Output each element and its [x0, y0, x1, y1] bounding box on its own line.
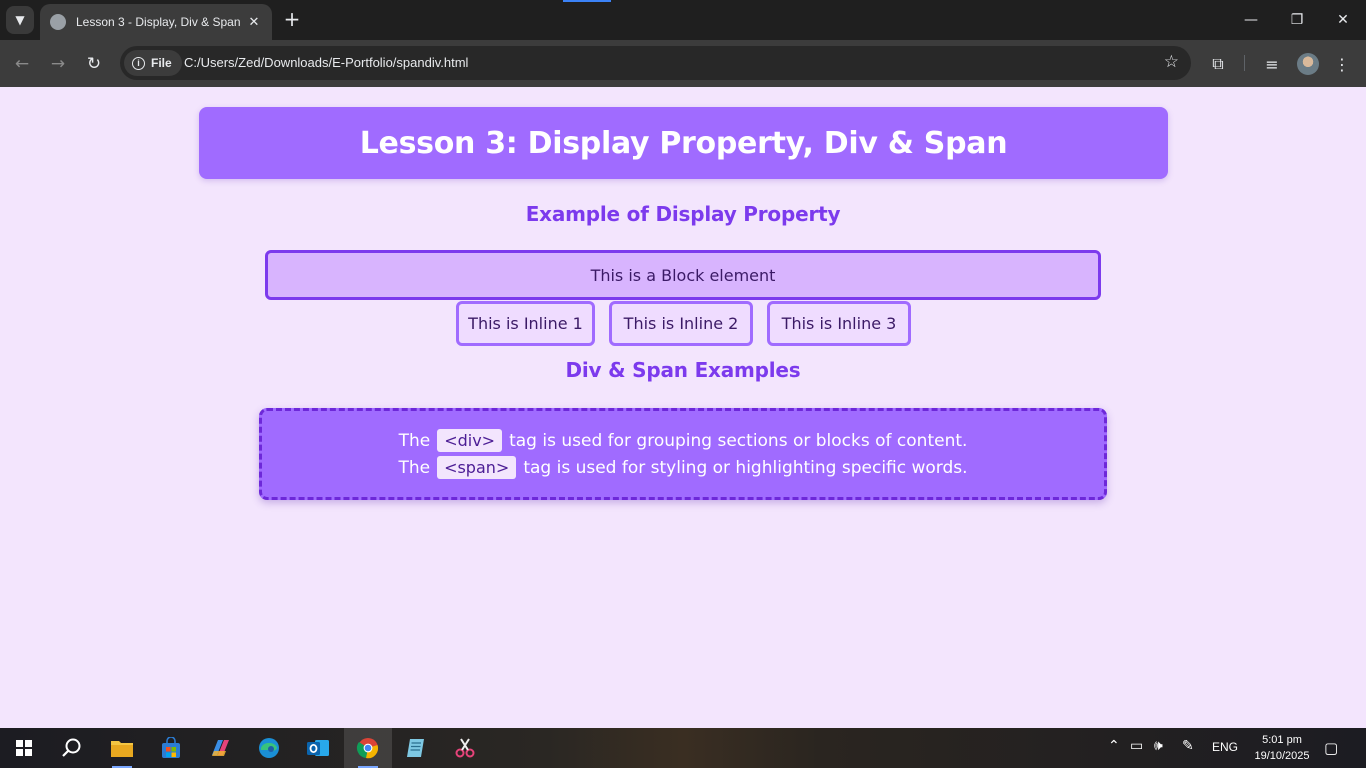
span-description-line: The <span> tag is used for styling or hi…: [398, 454, 968, 481]
extensions-puzzle-icon[interactable]: ⧉: [1206, 52, 1230, 76]
div-code-chip: <div>: [437, 429, 503, 452]
search-icon: [62, 738, 81, 757]
div-description-line: The <div> tag is used for grouping secti…: [398, 427, 968, 454]
toolbar-divider: [1244, 55, 1245, 71]
profile-avatar[interactable]: [1297, 53, 1319, 75]
span-line-prefix: The: [398, 457, 431, 478]
language-indicator[interactable]: ENG: [1212, 740, 1238, 754]
copilot-button[interactable]: [196, 728, 244, 768]
site-info-chip[interactable]: i File: [124, 50, 182, 76]
folder-icon: [111, 741, 133, 757]
outlook-icon: [307, 740, 329, 756]
div-line-prefix: The: [398, 430, 431, 451]
url-text[interactable]: C:/Users/Zed/Downloads/E-Portfolio/spand…: [184, 55, 468, 70]
browser-titlebar: ▼ Lesson 3 - Display, Div & Span ✕ + — ❐…: [0, 0, 1366, 40]
span-code-chip: <span>: [437, 456, 517, 479]
reload-icon[interactable]: ↻: [80, 50, 108, 78]
media-control-icon[interactable]: ≡: [1260, 52, 1284, 76]
speaker-icon[interactable]: 🕪: [1154, 738, 1163, 754]
notepad-button[interactable]: [392, 728, 440, 768]
edge-icon: [259, 738, 279, 758]
site-chip-label: File: [151, 56, 172, 70]
clock-time: 5:01 pm: [1262, 734, 1302, 746]
back-arrow-icon[interactable]: ←: [8, 50, 36, 78]
notification-icon[interactable]: ▢: [1324, 739, 1338, 757]
bookmark-star-icon[interactable]: ☆: [1164, 52, 1179, 72]
browser-tab[interactable]: Lesson 3 - Display, Div & Span ✕: [40, 4, 272, 40]
window-close-button[interactable]: ✕: [1320, 0, 1366, 40]
store-bag-icon: [162, 737, 180, 758]
copilot-icon: [212, 740, 229, 756]
inline-element-1: This is Inline 1: [456, 301, 595, 346]
snipping-tool-button[interactable]: [441, 728, 489, 768]
clock-date: 19/10/2025: [1254, 750, 1310, 762]
microsoft-store-button[interactable]: [147, 728, 195, 768]
chrome-button[interactable]: [344, 728, 392, 768]
block-element: This is a Block element: [265, 250, 1101, 300]
browser-toolbar: ← → ↻ i File C:/Users/Zed/Downloads/E-Po…: [0, 40, 1366, 87]
globe-icon: [50, 14, 66, 30]
restore-button[interactable]: ❐: [1274, 0, 1320, 40]
header-banner: Lesson 3: Display Property, Div & Span: [199, 107, 1168, 179]
edge-browser-button[interactable]: [245, 728, 293, 768]
kebab-menu-icon[interactable]: ⋮: [1330, 52, 1354, 76]
battery-icon[interactable]: ▭: [1130, 738, 1143, 754]
web-page: Lesson 3: Display Property, Div & Span E…: [0, 87, 1366, 728]
div-span-heading: Div & Span Examples: [565, 358, 801, 382]
minimize-button[interactable]: —: [1228, 0, 1274, 40]
div-line-suffix: tag is used for grouping sections or blo…: [509, 430, 968, 451]
scissors-icon: [455, 738, 475, 758]
titlebar-accent: [563, 0, 611, 2]
tab-title: Lesson 3 - Display, Div & Span: [76, 15, 241, 29]
windows-taskbar: ⌃ ▭ 🕪 ✎ ENG 5:01 pm 19/10/2025 ▢: [0, 728, 1366, 768]
address-bar[interactable]: i File C:/Users/Zed/Downloads/E-Portfoli…: [120, 46, 1191, 80]
inline-element-2: This is Inline 2: [609, 301, 753, 346]
chevron-down-icon: ▼: [15, 13, 25, 27]
windows-logo-icon: [16, 740, 32, 756]
tab-search-button[interactable]: ▼: [6, 6, 34, 34]
close-icon[interactable]: ✕: [246, 15, 262, 30]
search-button[interactable]: [48, 728, 96, 768]
info-icon: i: [132, 56, 145, 70]
inline-element-3: This is Inline 3: [767, 301, 911, 346]
page-title: Lesson 3: Display Property, Div & Span: [359, 125, 1008, 161]
notepad-icon: [407, 739, 424, 757]
pen-icon[interactable]: ✎: [1182, 738, 1194, 754]
outlook-button[interactable]: [294, 728, 342, 768]
chrome-icon: [356, 738, 379, 759]
file-explorer-button[interactable]: [98, 728, 146, 768]
div-span-example-box: The <div> tag is used for grouping secti…: [259, 408, 1107, 500]
start-button[interactable]: [0, 728, 48, 768]
system-clock[interactable]: 5:01 pm 19/10/2025: [1246, 732, 1318, 764]
plus-icon[interactable]: +: [280, 8, 304, 32]
forward-arrow-icon[interactable]: →: [44, 50, 72, 78]
chevron-up-icon[interactable]: ⌃: [1108, 738, 1120, 754]
display-property-heading: Example of Display Property: [525, 202, 841, 226]
span-line-suffix: tag is used for styling or highlighting …: [523, 457, 968, 478]
